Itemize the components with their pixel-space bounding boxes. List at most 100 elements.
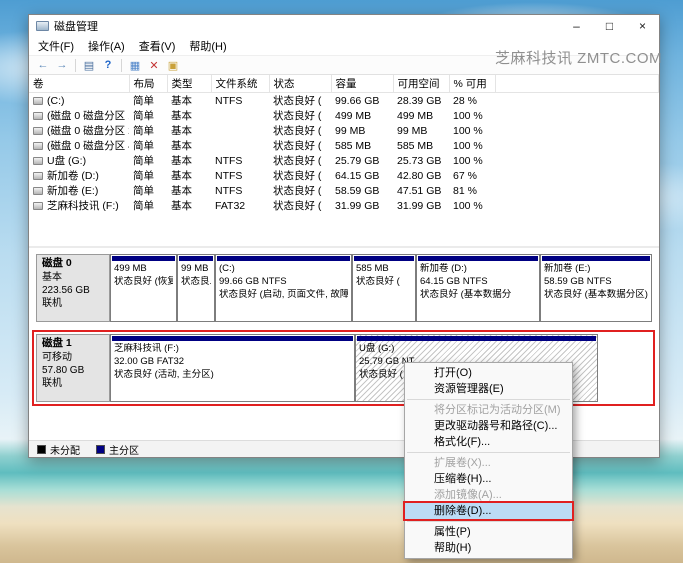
column-header-layout[interactable]: 布局: [129, 75, 167, 93]
partition-labels: 499 MB状态良好 (恢复: [111, 263, 176, 289]
partition-color-bar: [217, 256, 350, 261]
menubar-item-action[interactable]: 操作(A): [81, 37, 132, 55]
cell-pct: 67 %: [449, 168, 495, 183]
column-header-pct[interactable]: % 可用: [449, 75, 495, 93]
volume-icon: [33, 112, 43, 120]
disk-info-1[interactable]: 磁盘 1可移动57.80 GB联机: [36, 334, 110, 402]
cell-fs: NTFS: [211, 183, 269, 198]
cell-fs: NTFS: [211, 93, 269, 109]
cell-type: 基本: [167, 123, 211, 138]
volume-name: 新加卷 (D:): [47, 170, 99, 182]
cell-free: 99 MB: [393, 123, 449, 138]
volume-row[interactable]: 芝麻科技讯 (F:)简单基本FAT32状态良好 (31.99 GB31.99 G…: [29, 198, 659, 213]
menubar-item-view[interactable]: 查看(V): [132, 37, 183, 55]
disk-view-icon[interactable]: ▦: [126, 57, 144, 74]
cell-capacity: 585 MB: [331, 138, 393, 153]
partition-msr[interactable]: 585 MB状态良好 (: [352, 254, 416, 322]
volume-icon: [33, 157, 43, 165]
column-header-fs[interactable]: 文件系统: [211, 75, 269, 93]
context-menu-item-delete[interactable]: 删除卷(D)...: [405, 503, 572, 519]
cell-capacity: 58.59 GB: [331, 183, 393, 198]
disk-name: 磁盘 1: [42, 337, 104, 351]
partition-color-bar: [112, 336, 353, 341]
cell-capacity: 25.79 GB: [331, 153, 393, 168]
volume-row[interactable]: 新加卷 (E:)简单基本NTFS状态良好 (58.59 GB47.51 GB81…: [29, 183, 659, 198]
cell-filler: [495, 123, 659, 138]
context-menu-item-explorer[interactable]: 资源管理器(E): [405, 381, 572, 397]
forward-icon[interactable]: →: [53, 57, 71, 74]
window-controls: – □ ×: [560, 15, 659, 37]
context-menu-item-properties[interactable]: 属性(P): [405, 524, 572, 540]
cell-type: 基本: [167, 168, 211, 183]
disk-management-app-icon: [36, 21, 49, 31]
context-menu-item-change-letter[interactable]: 更改驱动器号和路径(C)...: [405, 418, 572, 434]
disk-status: 联机: [42, 297, 104, 310]
volume-row[interactable]: (磁盘 0 磁盘分区 1)简单基本状态良好 (499 MB499 MB100 %: [29, 108, 659, 123]
back-icon[interactable]: ←: [34, 57, 52, 74]
cell-capacity: 64.15 GB: [331, 168, 393, 183]
volume-list-pane: 卷布局类型文件系统状态容量可用空间% 可用 (C:)简单基本NTFS状态良好 (…: [29, 75, 659, 248]
cell-fs: NTFS: [211, 168, 269, 183]
partition-color-bar: [112, 256, 175, 261]
volume-name: (磁盘 0 磁盘分区 1): [47, 110, 129, 122]
window-title: 磁盘管理: [54, 18, 98, 34]
menubar-item-help[interactable]: 帮助(H): [182, 37, 233, 55]
context-menu-item-open[interactable]: 打开(O): [405, 365, 572, 381]
disk-partitions: 499 MB状态良好 (恢复99 MB状态良...(C:)99.66 GB NT…: [110, 254, 652, 322]
cell-capacity: 99 MB: [331, 123, 393, 138]
partition-label-line: 状态良好 (基本数据分: [420, 289, 536, 302]
help-icon[interactable]: ?: [99, 57, 117, 74]
partition-f[interactable]: 芝麻科技讯 (F:)32.00 GB FAT32状态良好 (活动, 主分区): [110, 334, 355, 402]
cell-fs: [211, 138, 269, 153]
column-header-free[interactable]: 可用空间: [393, 75, 449, 93]
partition-label-line: 499 MB: [114, 263, 173, 276]
column-header-volume[interactable]: 卷: [29, 75, 129, 93]
legend-label: 未分配: [50, 442, 80, 457]
cell-status: 状态良好 (: [269, 108, 331, 123]
legend-swatch-primary-partition: [96, 445, 105, 454]
cell-layout: 简单: [129, 198, 167, 213]
cell-layout: 简单: [129, 183, 167, 198]
cell-capacity: 499 MB: [331, 108, 393, 123]
partition-efi[interactable]: 99 MB状态良...: [177, 254, 215, 322]
column-header-status[interactable]: 状态: [269, 75, 331, 93]
partition-labels: 新加卷 (E:)58.59 GB NTFS状态良好 (基本数据分区): [541, 263, 651, 301]
column-header-type[interactable]: 类型: [167, 75, 211, 93]
cell-capacity: 99.66 GB: [331, 93, 393, 109]
cell-pct: 100 %: [449, 108, 495, 123]
context-menu-item-format[interactable]: 格式化(F)...: [405, 434, 572, 450]
volume-row[interactable]: (C:)简单基本NTFS状态良好 (99.66 GB28.39 GB28 %: [29, 93, 659, 109]
titlebar[interactable]: 磁盘管理 – □ ×: [29, 15, 659, 37]
disk-info-0[interactable]: 磁盘 0基本223.56 GB联机: [36, 254, 110, 322]
maximize-button[interactable]: □: [593, 15, 626, 37]
console-tree-icon[interactable]: ▤: [80, 57, 98, 74]
cell-fs: [211, 123, 269, 138]
close-button[interactable]: ×: [626, 15, 659, 37]
context-menu-item-help[interactable]: 帮助(H): [405, 540, 572, 556]
cell-free: 28.39 GB: [393, 93, 449, 109]
partition-e[interactable]: 新加卷 (E:)58.59 GB NTFS状态良好 (基本数据分区): [540, 254, 652, 322]
partition-d[interactable]: 新加卷 (D:)64.15 GB NTFS状态良好 (基本数据分: [416, 254, 540, 322]
cell-volume: 新加卷 (E:): [29, 183, 129, 198]
delete-icon[interactable]: ✕: [145, 57, 163, 74]
column-header-capacity[interactable]: 容量: [331, 75, 393, 93]
partition-c[interactable]: (C:)99.66 GB NTFS状态良好 (启动, 页面文件, 故障: [215, 254, 352, 322]
cell-capacity: 31.99 GB: [331, 198, 393, 213]
desktop-background: 磁盘管理 – □ × 文件(F)操作(A)查看(V)帮助(H) ←→▤?▦✕▣ …: [0, 0, 683, 563]
volume-name: 新加卷 (E:): [47, 185, 98, 197]
volume-row[interactable]: (磁盘 0 磁盘分区 4)简单基本状态良好 (585 MB585 MB100 %: [29, 138, 659, 153]
partition-label-line: (C:): [219, 263, 348, 276]
volume-row[interactable]: 新加卷 (D:)简单基本NTFS状态良好 (64.15 GB42.80 GB67…: [29, 168, 659, 183]
volume-row[interactable]: (磁盘 0 磁盘分区 2)简单基本状态良好 (99 MB99 MB100 %: [29, 123, 659, 138]
menubar-item-file[interactable]: 文件(F): [31, 37, 81, 55]
partition-label-line: U盘 (G:): [359, 343, 594, 356]
cell-status: 状态良好 (: [269, 123, 331, 138]
volume-row[interactable]: U盘 (G:)简单基本NTFS状态良好 (25.79 GB25.73 GB100…: [29, 153, 659, 168]
partition-recovery[interactable]: 499 MB状态良好 (恢复: [110, 254, 177, 322]
volume-icon: [33, 97, 43, 105]
properties-icon[interactable]: ▣: [164, 57, 182, 74]
minimize-button[interactable]: –: [560, 15, 593, 37]
partition-label-line: 新加卷 (E:): [544, 263, 648, 276]
cell-layout: 简单: [129, 138, 167, 153]
context-menu-item-shrink[interactable]: 压缩卷(H)...: [405, 471, 572, 487]
